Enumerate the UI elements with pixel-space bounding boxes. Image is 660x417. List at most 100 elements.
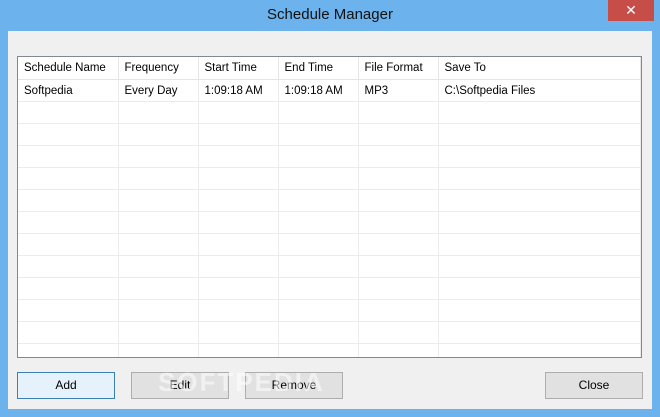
empty-row: [18, 123, 641, 146]
dialog-client-area: Schedule Name Frequency Start Time End T…: [8, 31, 652, 409]
empty-cell: [278, 299, 359, 322]
empty-cell: [438, 101, 641, 124]
empty-row: [18, 233, 641, 256]
close-button[interactable]: Close: [545, 372, 643, 399]
empty-cell: [358, 167, 439, 190]
empty-cell: [358, 101, 439, 124]
empty-cell: [18, 321, 119, 344]
empty-cell: [198, 255, 279, 278]
empty-cell: [198, 167, 279, 190]
schedule-table: Schedule Name Frequency Start Time End T…: [18, 57, 641, 357]
empty-cell: [438, 145, 641, 168]
column-header-frequency[interactable]: Frequency: [118, 57, 199, 80]
empty-cell: [358, 123, 439, 146]
empty-cell: [118, 211, 199, 234]
empty-cell: [278, 343, 359, 357]
empty-cell: [358, 299, 439, 322]
empty-row: [18, 277, 641, 300]
empty-cell: [18, 211, 119, 234]
empty-cell: [438, 255, 641, 278]
empty-cell: [358, 277, 439, 300]
empty-cell: [118, 145, 199, 168]
empty-cell: [18, 123, 119, 146]
empty-cell: [18, 233, 119, 256]
empty-row: [18, 101, 641, 124]
empty-row: [18, 321, 641, 344]
empty-cell: [438, 277, 641, 300]
add-button[interactable]: Add: [17, 372, 115, 399]
empty-cell: [198, 189, 279, 212]
cell-frequency: Every Day: [118, 79, 199, 102]
empty-cell: [438, 299, 641, 322]
empty-cell: [278, 189, 359, 212]
window-title: Schedule Manager: [267, 6, 393, 23]
empty-cell: [278, 123, 359, 146]
remove-button[interactable]: Remove: [245, 372, 343, 399]
column-header-start-time[interactable]: Start Time: [198, 57, 279, 80]
empty-cell: [198, 277, 279, 300]
table-header-row: Schedule Name Frequency Start Time End T…: [18, 57, 641, 80]
empty-cell: [358, 189, 439, 212]
empty-cell: [198, 343, 279, 357]
empty-row: [18, 145, 641, 168]
empty-cell: [358, 145, 439, 168]
empty-cell: [118, 255, 199, 278]
empty-cell: [18, 299, 119, 322]
column-header-end-time[interactable]: End Time: [278, 57, 359, 80]
column-header-file-format[interactable]: File Format: [358, 57, 439, 80]
empty-cell: [198, 145, 279, 168]
empty-cell: [18, 145, 119, 168]
empty-cell: [118, 101, 199, 124]
empty-cell: [438, 321, 641, 344]
empty-cell: [118, 189, 199, 212]
edit-button[interactable]: Edit: [131, 372, 229, 399]
empty-cell: [438, 211, 641, 234]
empty-cell: [118, 321, 199, 344]
empty-cell: [358, 233, 439, 256]
empty-cell: [118, 277, 199, 300]
empty-row: [18, 255, 641, 278]
window-close-icon[interactable]: ✕: [608, 0, 654, 21]
empty-row: [18, 189, 641, 212]
empty-cell: [438, 123, 641, 146]
empty-cell: [438, 167, 641, 190]
empty-cell: [118, 167, 199, 190]
cell-schedule-name: Softpedia: [18, 79, 119, 102]
empty-cell: [278, 167, 359, 190]
empty-cell: [18, 343, 119, 357]
empty-cell: [278, 321, 359, 344]
title-bar: Schedule Manager ✕: [0, 0, 660, 31]
empty-cell: [198, 101, 279, 124]
empty-cell: [358, 211, 439, 234]
empty-row: [18, 299, 641, 322]
schedule-list[interactable]: Schedule Name Frequency Start Time End T…: [17, 56, 642, 358]
empty-cell: [198, 233, 279, 256]
empty-cell: [438, 189, 641, 212]
empty-cell: [198, 299, 279, 322]
schedule-manager-window: Schedule Manager ✕ Schedule Name Frequen…: [0, 0, 660, 417]
empty-cell: [438, 233, 641, 256]
empty-cell: [118, 123, 199, 146]
empty-cell: [278, 277, 359, 300]
cell-start-time: 1:09:18 AM: [198, 79, 279, 102]
empty-cell: [198, 211, 279, 234]
empty-cell: [18, 167, 119, 190]
empty-cell: [18, 189, 119, 212]
empty-cell: [118, 299, 199, 322]
empty-cell: [118, 343, 199, 357]
cell-file-format: MP3: [358, 79, 439, 102]
empty-cell: [118, 233, 199, 256]
empty-cell: [278, 255, 359, 278]
empty-row: [18, 167, 641, 190]
empty-cell: [278, 101, 359, 124]
empty-cell: [358, 321, 439, 344]
empty-cell: [278, 211, 359, 234]
column-header-save-to[interactable]: Save To: [438, 57, 641, 80]
empty-cell: [358, 343, 439, 357]
empty-row: [18, 211, 641, 234]
empty-cell: [18, 277, 119, 300]
empty-cell: [358, 255, 439, 278]
table-row[interactable]: Softpedia Every Day 1:09:18 AM 1:09:18 A…: [18, 79, 641, 102]
column-header-schedule-name[interactable]: Schedule Name: [18, 57, 119, 80]
empty-cell: [278, 145, 359, 168]
